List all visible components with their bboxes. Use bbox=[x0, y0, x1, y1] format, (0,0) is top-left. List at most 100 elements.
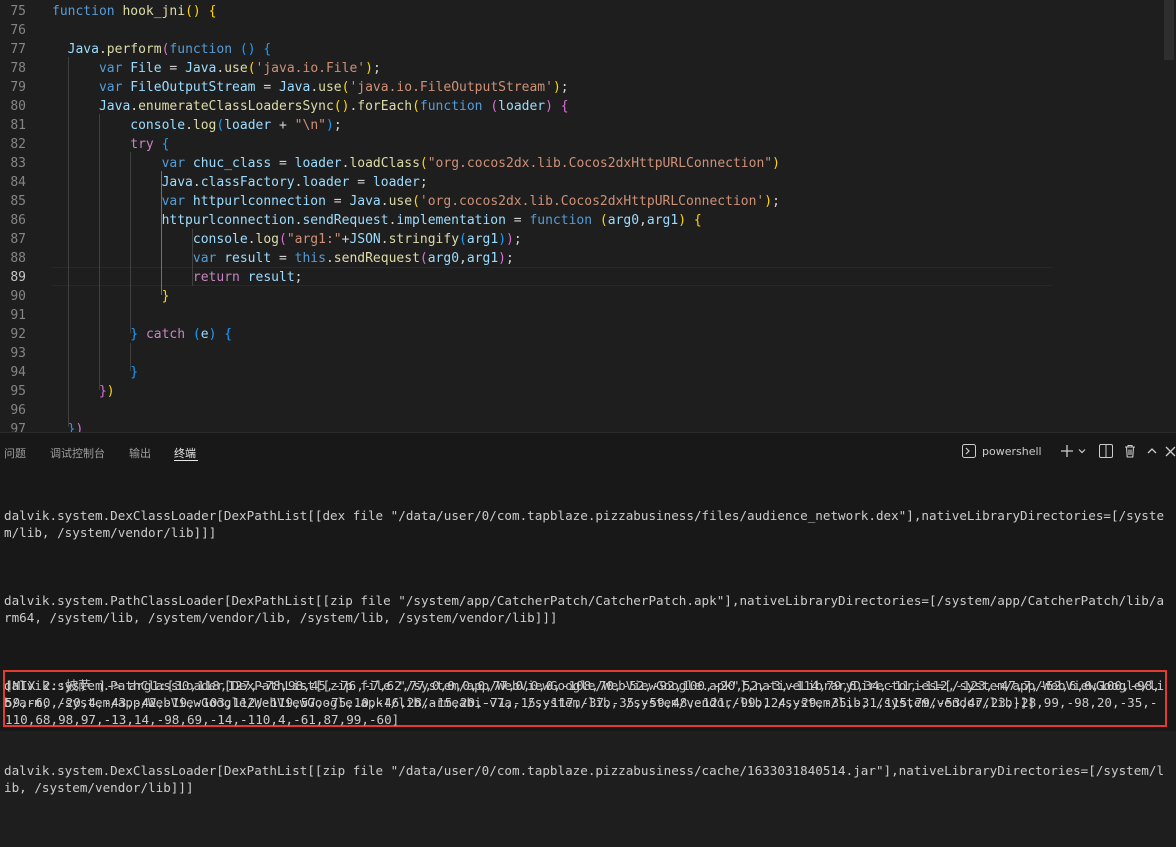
code-line[interactable]: 89 return result; bbox=[0, 268, 1160, 287]
code-token: ; bbox=[333, 118, 342, 133]
kill-terminal-button[interactable] bbox=[1123, 442, 1137, 460]
code-line[interactable]: 81 console.log(loader + "\n"); bbox=[0, 116, 1160, 135]
close-panel-button[interactable] bbox=[1165, 442, 1176, 460]
code-line[interactable]: 93 bbox=[0, 344, 1160, 363]
code-token: { bbox=[693, 213, 702, 228]
code-text: httpurlconnection.sendRequest.implementa… bbox=[52, 211, 702, 230]
code-token: function bbox=[169, 42, 233, 57]
code-line[interactable]: 80 Java.enumerateClassLoadersSync().forE… bbox=[0, 97, 1160, 116]
code-token: this bbox=[294, 251, 326, 266]
code-token: . bbox=[247, 232, 256, 247]
code-token: . bbox=[310, 80, 319, 95]
maximize-panel-button[interactable] bbox=[1146, 442, 1158, 460]
code-line[interactable]: 77 Java.perform(function () { bbox=[0, 40, 1160, 59]
code-token: use bbox=[388, 194, 413, 209]
code-editor[interactable]: 75 function hook_jni() {76 77 Java.perform… bbox=[0, 0, 1176, 432]
code-token: Java bbox=[279, 80, 311, 95]
code-token: arg1 bbox=[466, 251, 499, 266]
terminal-output-line: dalvik.system.DexClassLoader[DexPathList… bbox=[4, 508, 1165, 540]
line-number: 97 bbox=[10, 422, 26, 432]
code-token: function bbox=[529, 213, 593, 228]
code-token: = bbox=[325, 194, 350, 209]
terminal-dropdown-button[interactable] bbox=[1077, 442, 1087, 460]
code-token: JSON bbox=[349, 232, 381, 247]
code-line[interactable]: 90 } bbox=[0, 287, 1160, 306]
code-token: 'java.io.FileOutputStream' bbox=[349, 80, 553, 95]
code-token: var bbox=[192, 251, 217, 266]
code-token: ( bbox=[192, 327, 201, 342]
code-token: . bbox=[130, 99, 139, 114]
code-token: "\n" bbox=[294, 118, 326, 133]
code-line[interactable]: 84 Java.classFactory.loader = loader; bbox=[0, 173, 1160, 192]
code-token: ; bbox=[513, 232, 522, 247]
code-line[interactable]: 83 var chuc_class = loader.loadClass("or… bbox=[0, 154, 1160, 173]
code-token: = bbox=[271, 251, 295, 266]
tab-debug-console[interactable]: 调试控制台 bbox=[50, 445, 105, 461]
code-text: } bbox=[52, 363, 138, 382]
code-token: var bbox=[161, 156, 186, 171]
new-terminal-button[interactable] bbox=[1060, 442, 1074, 460]
code-line[interactable]: 95 }) bbox=[0, 382, 1160, 401]
code-token: ( bbox=[279, 232, 287, 247]
code-text: var File = Java.use('java.io.File'); bbox=[52, 59, 381, 78]
tab-output[interactable]: 输出 bbox=[129, 445, 151, 461]
terminal-profile-selector[interactable]: powershell bbox=[962, 442, 1042, 460]
code-line[interactable]: 91 bbox=[0, 306, 1160, 325]
code-token: ; bbox=[772, 194, 780, 209]
code-token: loader bbox=[224, 118, 272, 133]
code-token: forEach bbox=[357, 99, 413, 114]
code-token: ) bbox=[498, 251, 506, 266]
line-number: 81 bbox=[10, 118, 26, 133]
code-token: loadClass bbox=[349, 156, 420, 171]
code-token: = bbox=[161, 61, 186, 76]
line-number: 87 bbox=[10, 232, 26, 247]
code-token: = bbox=[271, 156, 295, 171]
code-token: , bbox=[459, 251, 467, 266]
code-token: console bbox=[130, 118, 186, 133]
code-token: implementation bbox=[396, 213, 506, 228]
code-token: ( bbox=[490, 99, 499, 114]
code-text: Java.classFactory.loader = loader; bbox=[52, 173, 428, 192]
chevron-up-icon bbox=[1146, 445, 1158, 457]
line-number: 78 bbox=[10, 61, 26, 76]
code-line[interactable]: 88 var result = this.sendRequest(arg0,ar… bbox=[0, 249, 1160, 268]
code-line[interactable]: 82 try { bbox=[0, 135, 1160, 154]
code-line[interactable]: 94 } bbox=[0, 363, 1160, 382]
code-line[interactable]: 85 var httpurlconnection = Java.use('org… bbox=[0, 192, 1160, 211]
code-line[interactable]: 92 } catch (e) { bbox=[0, 325, 1160, 344]
code-line[interactable]: 86 httpurlconnection.sendRequest.impleme… bbox=[0, 211, 1160, 230]
code-token: { bbox=[263, 42, 272, 57]
code-token: ) bbox=[325, 118, 334, 133]
code-line[interactable]: 79 var FileOutputStream = Java.use('java… bbox=[0, 78, 1160, 97]
code-token: . bbox=[325, 251, 334, 266]
code-line[interactable]: 75 function hook_jni() { bbox=[0, 2, 1160, 21]
code-line[interactable]: 76 bbox=[0, 21, 1160, 40]
code-token: log bbox=[255, 232, 279, 247]
editor-scrollbar[interactable] bbox=[1164, 0, 1174, 60]
trash-icon bbox=[1123, 444, 1137, 458]
bottom-panel: 问题 调试控制台 输出 终端 powershell dalvik.system.… bbox=[0, 432, 1176, 795]
code-line[interactable]: 97 }) bbox=[0, 420, 1160, 432]
code-text: } catch (e) { bbox=[52, 325, 232, 344]
split-terminal-button[interactable] bbox=[1099, 442, 1113, 460]
tab-terminal[interactable]: 终端 bbox=[174, 445, 196, 461]
code-line[interactable]: 78 var File = Java.use('java.io.File'); bbox=[0, 59, 1160, 78]
line-number: 91 bbox=[10, 308, 26, 323]
code-token: var bbox=[98, 80, 123, 95]
code-line[interactable]: 96 bbox=[0, 401, 1160, 420]
code-token: Java bbox=[98, 99, 131, 114]
code-token: () bbox=[239, 42, 256, 57]
code-token: File bbox=[130, 61, 162, 76]
code-line[interactable]: 87 console.log("arg1:"+JSON.stringify(ar… bbox=[0, 230, 1160, 249]
terminal-output[interactable]: dalvik.system.DexClassLoader[DexPathList… bbox=[4, 473, 1170, 847]
code-token: "org.cocos2dx.lib.Cocos2dxHttpURLConnect… bbox=[427, 156, 773, 171]
line-number: 89 bbox=[10, 270, 26, 285]
tab-problems[interactable]: 问题 bbox=[4, 445, 26, 461]
